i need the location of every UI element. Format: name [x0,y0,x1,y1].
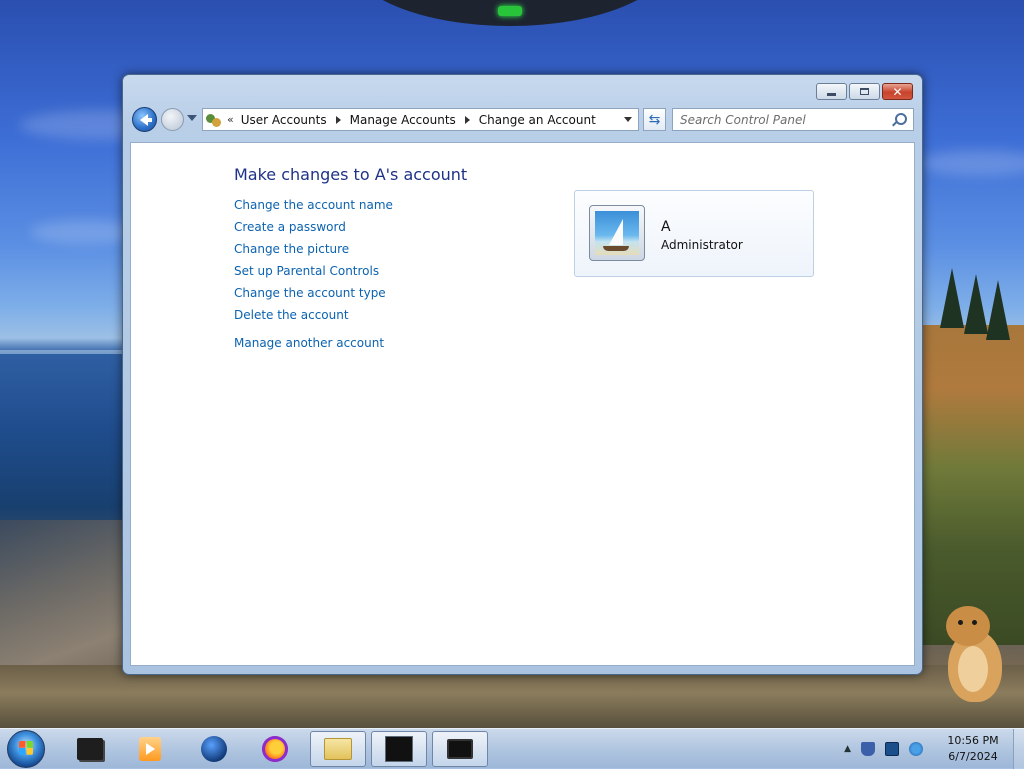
show-desktop-button[interactable] [1013,729,1024,769]
taskbar-file-explorer[interactable] [310,731,366,767]
shield-icon[interactable] [861,742,875,756]
change-account-type-link[interactable]: Change the account type [234,286,386,300]
breadcrumb-change-account[interactable]: Change an Account [479,113,596,127]
close-button[interactable]: ✕ [882,83,913,100]
refresh-icon: ⇆ [648,111,661,128]
task-list: Change the account name Create a passwor… [234,197,393,329]
clock[interactable]: 10:56 PM 6/7/2024 [933,733,1013,765]
search-input[interactable] [673,109,894,130]
close-icon: ✕ [892,84,903,99]
change-picture-link[interactable]: Change the picture [234,242,349,256]
create-password-link[interactable]: Create a password [234,220,346,234]
navigation-bar: « User Accounts Manage Accounts Change a… [131,106,914,134]
recent-pages-dropdown[interactable] [187,115,197,121]
show-hidden-icons-icon[interactable]: ▲ [844,744,851,754]
user-accounts-icon [206,112,222,128]
task-item: Change the picture [234,241,393,263]
maximize-icon [860,88,869,95]
breadcrumb-arrow-icon[interactable] [464,115,470,124]
system-tray: ▲ 10:56 PM 6/7/2024 [844,729,1024,769]
start-button[interactable] [7,730,45,768]
parental-controls-link[interactable]: Set up Parental Controls [234,264,379,278]
breadcrumb-user-accounts[interactable]: User Accounts [241,113,327,127]
back-button[interactable] [132,107,157,132]
horizon [0,350,130,354]
headland [914,325,1024,645]
breadcrumb-manage-accounts[interactable]: Manage Accounts [350,113,456,127]
search-icon[interactable] [895,113,907,125]
taskbar: ▲ 10:56 PM 6/7/2024 [0,728,1024,769]
task-item: Set up Parental Controls [234,263,393,285]
gadget-led [498,6,522,16]
network-icon[interactable] [885,742,899,756]
account-name: A [661,219,671,235]
taskbar-app-dark-window[interactable] [62,731,118,767]
taskbar-globe-app[interactable] [186,731,242,767]
address-bar[interactable]: « User Accounts Manage Accounts Change a… [202,108,639,131]
search-box[interactable] [672,108,914,131]
manage-another-account-link[interactable]: Manage another account [234,336,384,350]
delete-account-link[interactable]: Delete the account [234,308,349,322]
update-icon[interactable] [909,742,923,756]
media-player-icon [139,737,161,761]
firefox-icon [262,736,288,762]
hamster-gadget [944,606,1004,706]
globe-icon [201,736,227,762]
clock-date: 6/7/2024 [948,750,998,763]
page-title: Make changes to A's account [234,165,468,184]
terminal-icon [385,736,413,762]
refresh-button[interactable]: ⇆ [643,108,666,131]
clock-time: 10:56 PM [947,734,999,747]
taskbar-firefox[interactable] [247,731,303,767]
folder-icon [324,738,352,760]
content-pane: Make changes to A's account Change the a… [130,142,915,666]
minimize-icon [827,92,836,96]
taskbar-media-player[interactable] [122,731,178,767]
task-item: Change the account type [234,285,393,307]
task-item: Change the account name [234,197,393,219]
window-controls: ✕ [816,83,913,100]
tree [940,268,964,328]
tree [986,280,1010,340]
taskbar-terminal[interactable] [371,731,427,767]
shoreline [0,665,1024,735]
task-item: Create a password [234,219,393,241]
cloud [920,150,1024,176]
dark-window-icon [77,738,103,760]
terminal-icon [447,739,473,759]
change-account-name-link[interactable]: Change the account name [234,198,393,212]
account-type: Administrator [661,238,743,252]
taskbar-terminal-2[interactable] [432,731,488,767]
forward-button[interactable] [161,108,184,131]
sailboat-picture [595,211,639,255]
top-gadget [350,0,670,26]
address-dropdown-icon[interactable] [624,117,632,122]
tree [964,274,988,334]
overflow-chevron-icon[interactable]: « [227,113,234,126]
user-account-card: A Administrator [574,190,814,277]
task-item: Delete the account [234,307,393,329]
minimize-button[interactable] [816,83,847,100]
avatar [589,205,645,261]
maximize-button[interactable] [849,83,880,100]
control-panel-window: ✕ « User Accounts Manage Accounts Change… [122,74,923,675]
breadcrumb-arrow-icon[interactable] [335,115,341,124]
back-arrow-icon [139,113,152,126]
